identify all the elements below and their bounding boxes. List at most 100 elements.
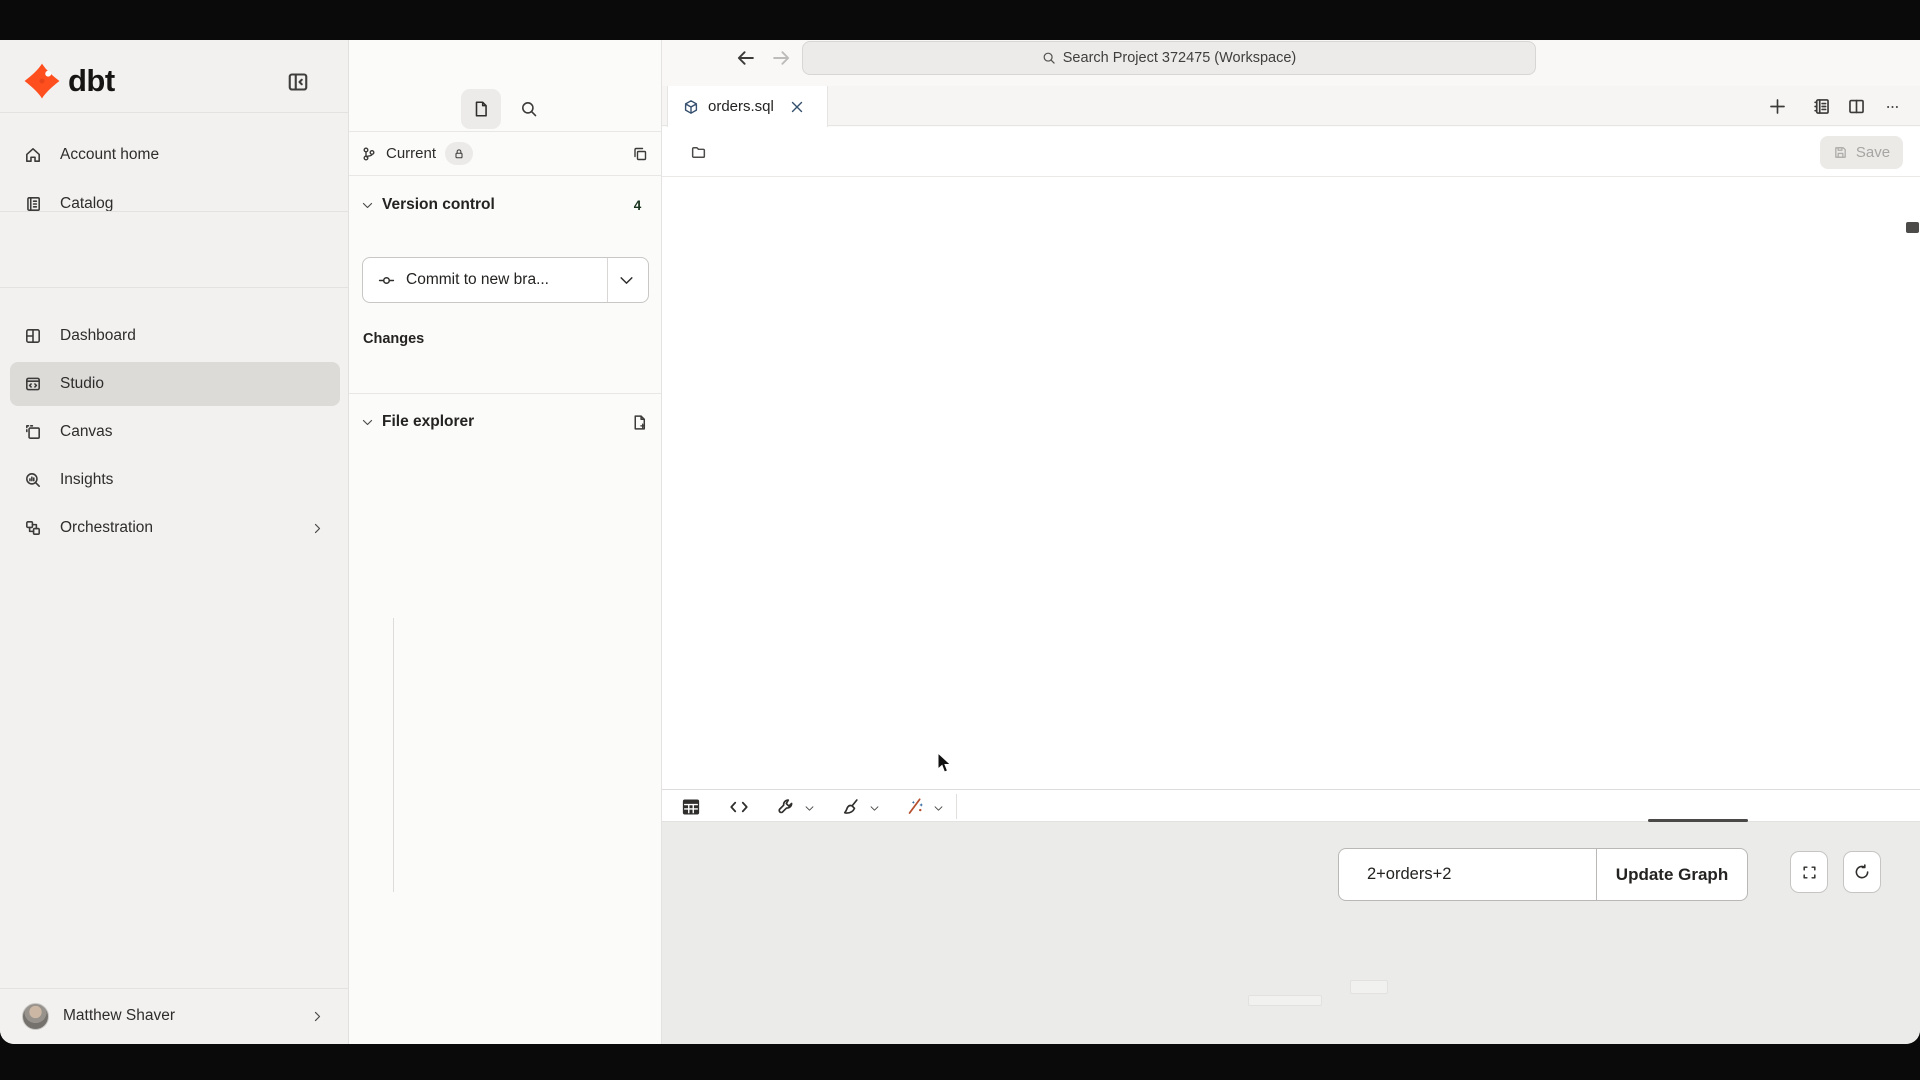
notebook-icon[interactable] — [1812, 97, 1831, 116]
nav-sidebar: dbt Account home Catalog Dashboard Studio Ca… — [0, 40, 349, 1044]
ai-wand-icon[interactable] — [906, 797, 925, 816]
divider — [0, 211, 349, 212]
file-icon — [472, 100, 490, 118]
close-icon[interactable] — [789, 99, 805, 115]
user-menu[interactable]: Matthew Shaver — [10, 994, 340, 1038]
sidebar-collapse-icon[interactable] — [286, 70, 310, 94]
tab-orders-sql[interactable]: orders.sql — [667, 86, 828, 127]
new-tab-icon[interactable] — [1768, 97, 1787, 116]
lock-icon — [453, 148, 465, 160]
sidebar-item-catalog[interactable]: Catalog — [10, 182, 340, 226]
more-options-icon[interactable] — [1883, 100, 1902, 114]
sidebar-item-label: Account home — [60, 146, 159, 164]
sidebar-item-orchestration[interactable]: Orchestration — [10, 506, 340, 550]
sidebar-item-account-home[interactable]: Account home — [10, 133, 340, 177]
chevron-down-icon[interactable] — [869, 803, 880, 814]
new-file-icon[interactable] — [631, 414, 648, 431]
lineage-panel: 2+orders+2 Update Graph — [662, 822, 1920, 1044]
sidebar-item-insights[interactable]: Insights — [10, 458, 340, 502]
fullscreen-button[interactable] — [1790, 851, 1828, 893]
breadcrumb — [690, 127, 707, 177]
editor-tabstrip: orders.sql — [662, 86, 1920, 126]
divider — [607, 258, 608, 302]
format-broom-icon[interactable] — [842, 797, 861, 816]
sidebar-item-dashboard[interactable]: Dashboard — [10, 314, 340, 358]
divider — [0, 112, 349, 113]
branch-icon — [361, 146, 377, 162]
file-explorer-title: File explorer — [382, 413, 474, 431]
build-wrench-icon[interactable] — [777, 797, 796, 816]
search-files-button[interactable] — [515, 95, 543, 123]
file-tree — [349, 440, 662, 1044]
version-control-title: Version control — [382, 196, 495, 214]
sidebar-item-canvas[interactable]: Canvas — [10, 410, 340, 454]
dbt-cloud-ide: dbt Account home Catalog Dashboard Studio Ca… — [0, 0, 1920, 1080]
home-icon — [24, 146, 42, 164]
save-label: Save — [1856, 144, 1890, 161]
sidebar-item-label: Dashboard — [60, 327, 136, 345]
search-icon — [520, 100, 538, 118]
sidebar-item-label: Canvas — [60, 423, 113, 441]
chevron-down-icon — [361, 416, 374, 429]
insights-icon — [24, 471, 42, 489]
branch-row[interactable]: Current — [349, 132, 662, 176]
breadcrumb-row: Save — [662, 127, 1920, 177]
dbt-logo-icon — [24, 63, 60, 99]
chevron-down-icon[interactable] — [933, 803, 944, 814]
chevron-down-icon[interactable] — [618, 272, 635, 289]
sidebar-item-label: Insights — [60, 471, 113, 489]
divider — [956, 794, 957, 819]
dbt-logo-text: dbt — [68, 63, 115, 99]
top-chrome: Search Project 372475 (Workspace) — [662, 40, 1920, 86]
avatar — [22, 1003, 49, 1030]
graph-input-bar: 2+orders+2 Update Graph — [1338, 848, 1748, 901]
code-editor[interactable] — [662, 177, 1920, 789]
search-placeholder: Search Project 372475 (Workspace) — [1063, 50, 1296, 66]
commit-button[interactable]: Commit to new bra... — [362, 257, 649, 303]
vc-explorer-panel: Current Version control 4 Commit to new … — [349, 40, 662, 1044]
model-cube-icon — [683, 99, 699, 115]
chevron-down-icon — [361, 199, 374, 212]
back-icon[interactable] — [735, 47, 757, 69]
expand-icon — [1801, 864, 1818, 881]
version-control-header[interactable]: Version control 4 — [349, 190, 662, 220]
sidebar-item-label: Orchestration — [60, 519, 153, 537]
split-pane-icon[interactable] — [1847, 97, 1866, 116]
commit-button-label: Commit to new bra... — [406, 271, 549, 289]
code-preview-icon[interactable] — [729, 797, 749, 817]
divider — [349, 393, 662, 394]
changes-title: Changes — [363, 331, 424, 347]
canvas-icon — [24, 423, 42, 441]
bottom-panel-tabbar — [662, 789, 1920, 822]
results-table-icon[interactable] — [681, 797, 701, 817]
forward-icon[interactable] — [770, 47, 792, 69]
commit-icon — [378, 272, 395, 289]
divider — [0, 988, 349, 989]
sidebar-item-studio[interactable]: Studio — [10, 362, 340, 406]
project-search-input[interactable]: Search Project 372475 (Workspace) — [802, 41, 1536, 75]
editor-scrollbar-thumb[interactable] — [1906, 222, 1919, 233]
logo-row: dbt — [0, 50, 349, 112]
refresh-graph-button[interactable] — [1843, 851, 1881, 893]
orchestration-icon — [24, 519, 42, 537]
lineage-selector-input[interactable]: 2+orders+2 — [1339, 849, 1597, 900]
chevron-down-icon[interactable] — [804, 803, 815, 814]
search-icon — [1042, 51, 1056, 65]
chevron-right-icon — [311, 1010, 324, 1023]
file-view-button[interactable] — [461, 89, 501, 129]
dashboard-icon — [24, 327, 42, 345]
user-name: Matthew Shaver — [63, 1007, 175, 1025]
update-graph-button[interactable]: Update Graph — [1597, 849, 1747, 900]
divider — [0, 287, 349, 288]
branch-name: Current — [386, 145, 436, 162]
minimap[interactable] — [1756, 223, 1852, 409]
ghost-node — [1248, 995, 1322, 1006]
copy-icon[interactable] — [632, 146, 648, 162]
file-explorer-header[interactable]: File explorer — [349, 408, 662, 436]
lineage-selector-value: 2+orders+2 — [1367, 865, 1451, 884]
refresh-icon — [1853, 863, 1871, 881]
app-shell: dbt Account home Catalog Dashboard Studio Ca… — [0, 40, 1920, 1044]
save-icon — [1833, 145, 1848, 160]
save-button[interactable]: Save — [1820, 136, 1903, 169]
ghost-node — [1350, 980, 1388, 994]
